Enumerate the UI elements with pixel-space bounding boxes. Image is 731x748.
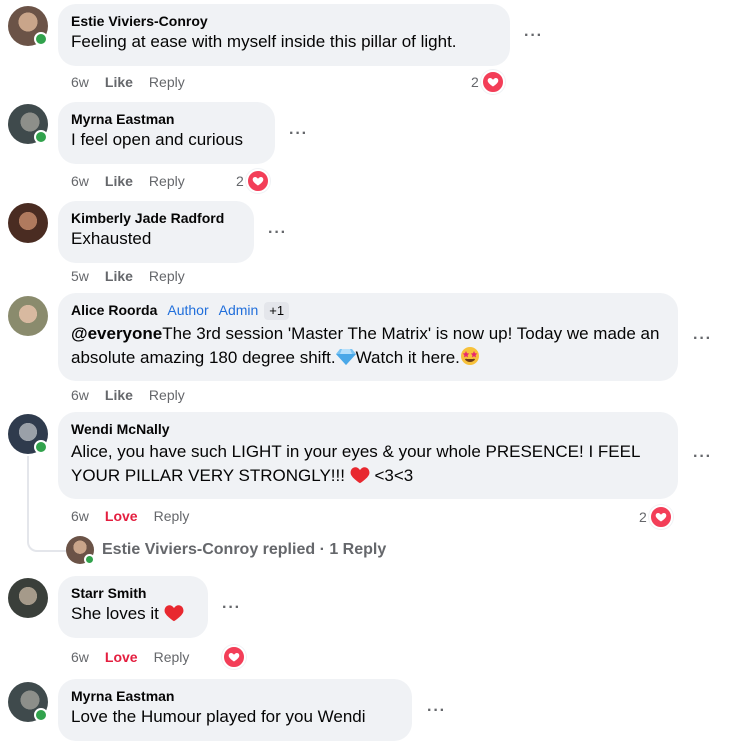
comment-author[interactable]: Myrna Eastman bbox=[71, 687, 399, 705]
comment-text-main: She loves it bbox=[71, 604, 159, 623]
online-indicator bbox=[84, 554, 95, 565]
comment-text: @everyoneThe 3rd session 'Master The Mat… bbox=[71, 322, 665, 373]
reaction-number: 2 bbox=[639, 509, 647, 525]
comment-text: Feeling at ease with myself inside this … bbox=[71, 32, 457, 51]
comment-time[interactable]: 6w bbox=[71, 73, 89, 91]
like-button[interactable]: Like bbox=[105, 172, 133, 190]
reply-button[interactable]: Reply bbox=[149, 386, 185, 404]
comment-time[interactable]: 6w bbox=[71, 507, 89, 525]
reaction-number: 2 bbox=[236, 173, 244, 189]
comment-bubble: Starr Smith She loves it bbox=[58, 576, 208, 638]
more-options-icon[interactable]: ··· bbox=[289, 126, 308, 142]
reaction-count[interactable]: 2 bbox=[639, 505, 673, 529]
more-options-icon[interactable]: ··· bbox=[222, 600, 241, 616]
red-heart-emoji-icon bbox=[350, 466, 370, 491]
comment-time[interactable]: 5w bbox=[71, 267, 89, 285]
reply-button[interactable]: Reply bbox=[154, 507, 190, 525]
avatar[interactable] bbox=[8, 203, 48, 243]
more-options-icon[interactable]: ··· bbox=[693, 449, 712, 465]
reaction-count[interactable]: 2 bbox=[471, 70, 505, 94]
avatar[interactable] bbox=[8, 414, 48, 454]
like-button[interactable]: Like bbox=[105, 73, 133, 91]
comment-author[interactable]: Estie Viviers-Conroy bbox=[71, 12, 497, 30]
online-indicator bbox=[34, 32, 48, 46]
like-button[interactable]: Like bbox=[105, 267, 133, 285]
mention-link[interactable]: @everyone bbox=[71, 324, 162, 343]
star-struck-emoji-icon bbox=[460, 346, 480, 373]
comment-author[interactable]: Myrna Eastman bbox=[71, 110, 262, 128]
comment-author-row: Alice Roorda Author Admin +1 bbox=[71, 301, 665, 320]
comment-author[interactable]: Wendi McNally bbox=[71, 420, 665, 438]
online-indicator bbox=[34, 708, 48, 722]
love-button[interactable]: Love bbox=[105, 507, 138, 525]
comment-author[interactable]: Kimberly Jade Radford bbox=[71, 209, 241, 227]
comment-text: Alice, you have such LIGHT in your eyes … bbox=[71, 440, 665, 491]
comment-text-tail: <3<3 bbox=[369, 466, 414, 485]
love-reaction-icon bbox=[648, 505, 673, 529]
view-replies-link[interactable]: Estie Viviers-Conroy replied · 1 Reply bbox=[66, 536, 387, 565]
comment-bubble: Estie Viviers-Conroy Feeling at ease wit… bbox=[58, 4, 510, 66]
author-badge[interactable]: Author bbox=[167, 302, 208, 318]
like-button[interactable]: Like bbox=[105, 386, 133, 404]
more-badges[interactable]: +1 bbox=[264, 302, 290, 320]
avatar[interactable] bbox=[8, 6, 48, 46]
comment-bubble: Myrna Eastman Love the Humour played for… bbox=[58, 679, 412, 741]
thread-connector bbox=[27, 456, 67, 552]
avatar[interactable] bbox=[8, 578, 48, 618]
comment-author[interactable]: Alice Roorda bbox=[71, 302, 157, 318]
more-options-icon[interactable]: ··· bbox=[693, 331, 712, 347]
comment-text: She loves it bbox=[71, 602, 195, 629]
comment-bubble: Myrna Eastman I feel open and curious bbox=[58, 102, 275, 164]
reply-button[interactable]: Reply bbox=[149, 73, 185, 91]
online-indicator bbox=[34, 130, 48, 144]
reply-avatar bbox=[66, 536, 95, 565]
reply-summary-text: Estie Viviers-Conroy replied · 1 Reply bbox=[102, 541, 387, 558]
comment-time[interactable]: 6w bbox=[71, 172, 89, 190]
reaction-number: 2 bbox=[471, 74, 479, 90]
online-indicator bbox=[34, 440, 48, 454]
comment-bubble: Alice Roorda Author Admin +1 @everyoneThe 3… bbox=[58, 293, 678, 381]
reaction-count[interactable]: 2 bbox=[236, 169, 270, 193]
comment-bubble: Kimberly Jade Radford Exhausted bbox=[58, 201, 254, 263]
reply-button[interactable]: Reply bbox=[154, 648, 190, 666]
comment-text-part2: Watch it here. bbox=[355, 348, 460, 367]
love-button[interactable]: Love bbox=[105, 648, 138, 666]
comment-bubble: Wendi McNally Alice, you have such LIGHT… bbox=[58, 412, 678, 499]
comment-text: Love the Humour played for you Wendi bbox=[71, 707, 366, 726]
more-options-icon[interactable]: ··· bbox=[524, 28, 543, 44]
gem-emoji-icon bbox=[335, 348, 356, 373]
comment-actions: 6w Like Reply bbox=[71, 386, 185, 404]
avatar[interactable] bbox=[8, 296, 48, 336]
reply-button[interactable]: Reply bbox=[149, 172, 185, 190]
comment-text: I feel open and curious bbox=[71, 130, 244, 149]
red-heart-emoji-icon bbox=[164, 604, 184, 629]
comment-actions: 6w Love Reply bbox=[71, 648, 189, 666]
comment-time[interactable]: 6w bbox=[71, 386, 89, 404]
reply-button[interactable]: Reply bbox=[149, 267, 185, 285]
comment-actions: 6w Love Reply bbox=[71, 507, 189, 525]
comment-time[interactable]: 6w bbox=[71, 648, 89, 666]
avatar[interactable] bbox=[8, 104, 48, 144]
comment-actions: 6w Like Reply bbox=[71, 172, 185, 190]
admin-badge[interactable]: Admin bbox=[219, 302, 259, 318]
comment-author[interactable]: Starr Smith bbox=[71, 584, 195, 602]
love-reaction-icon bbox=[480, 70, 505, 94]
comment-text: Exhausted bbox=[71, 229, 152, 248]
love-reaction-icon bbox=[245, 169, 270, 193]
comment-actions: 6w Like Reply bbox=[71, 73, 185, 91]
love-reaction-icon bbox=[222, 645, 246, 669]
more-options-icon[interactable]: ··· bbox=[268, 225, 287, 241]
comment-actions: 5w Like Reply bbox=[71, 267, 185, 285]
avatar[interactable] bbox=[8, 682, 48, 722]
reaction-count[interactable] bbox=[222, 645, 246, 669]
more-options-icon[interactable]: ··· bbox=[427, 703, 446, 719]
